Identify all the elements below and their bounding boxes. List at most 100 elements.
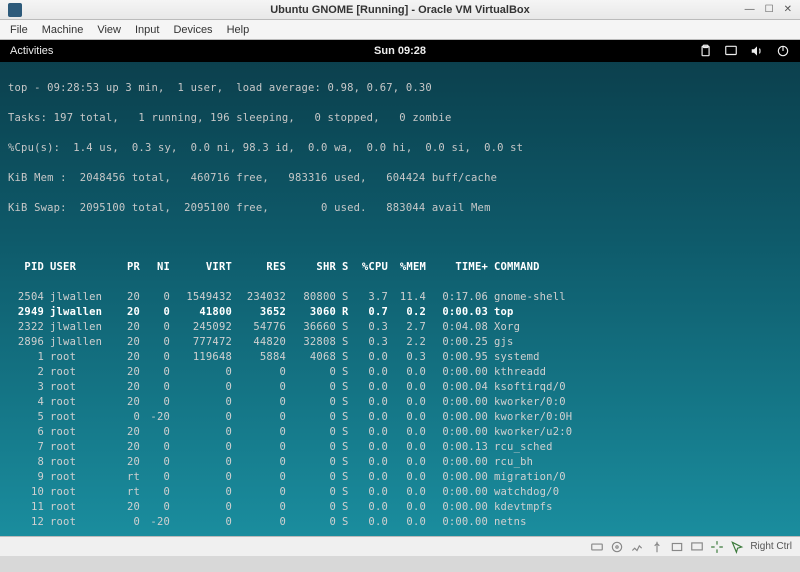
top-mem-line: KiB Mem : 2048456 total, 460716 free, 98… <box>8 171 792 186</box>
top-column-header: PIDUSERPRNIVIRTRESSHRS%CPU%MEMTIME+COMMA… <box>8 260 792 275</box>
cell-cmd: kworker/0:0H <box>494 410 792 425</box>
cell-s: S <box>342 290 356 305</box>
cell-ni: 0 <box>146 395 176 410</box>
menu-input[interactable]: Input <box>135 24 159 36</box>
process-row: 9rootrt0000S0.00.00:00.00migration/0 <box>8 470 792 485</box>
cell-res: 3652 <box>238 305 292 320</box>
cell-s: S <box>342 455 356 470</box>
status-network-icon[interactable] <box>630 540 644 554</box>
terminal[interactable]: top - 09:28:53 up 3 min, 1 user, load av… <box>0 62 800 572</box>
cell-cpu: 0.0 <box>356 500 394 515</box>
cell-pr: 20 <box>116 380 146 395</box>
cell-time: 0:00.00 <box>432 485 494 500</box>
cell-shr: 36660 <box>292 320 342 335</box>
menu-file[interactable]: File <box>10 24 28 36</box>
cell-shr: 0 <box>292 500 342 515</box>
cell-user: root <box>50 350 116 365</box>
cell-cpu: 0.0 <box>356 380 394 395</box>
cell-virt: 0 <box>176 455 238 470</box>
cell-user: root <box>50 365 116 380</box>
cell-res: 0 <box>238 395 292 410</box>
cell-shr: 4068 <box>292 350 342 365</box>
status-usb-icon[interactable] <box>650 540 664 554</box>
cell-s: S <box>342 485 356 500</box>
cell-pid: 3 <box>8 380 50 395</box>
cell-mem: 2.7 <box>394 320 432 335</box>
cell-ni: 0 <box>146 365 176 380</box>
cell-shr: 0 <box>292 485 342 500</box>
cell-pr: 20 <box>116 500 146 515</box>
status-mouse-icon[interactable] <box>730 540 744 554</box>
cell-time: 0:00.00 <box>432 455 494 470</box>
menu-help[interactable]: Help <box>227 24 250 36</box>
cell-pid: 2504 <box>8 290 50 305</box>
window-title: Ubuntu GNOME [Running] - Oracle VM Virtu… <box>0 4 800 16</box>
gnome-clock[interactable]: Sun 09:28 <box>0 45 800 57</box>
cell-shr: 0 <box>292 470 342 485</box>
status-shared-icon[interactable] <box>670 540 684 554</box>
top-swap-line: KiB Swap: 2095100 total, 2095100 free, 0… <box>8 201 792 216</box>
cell-pid: 11 <box>8 500 50 515</box>
window-maximize-button[interactable]: ☐ <box>765 4 774 15</box>
cell-cmd: ksoftirqd/0 <box>494 380 792 395</box>
cell-cpu: 0.0 <box>356 515 394 530</box>
cell-cpu: 0.3 <box>356 320 394 335</box>
cell-shr: 80800 <box>292 290 342 305</box>
process-row: 7root200000S0.00.00:00.13rcu_sched <box>8 440 792 455</box>
process-row: 2896jlwallen2007774724482032808S0.32.20:… <box>8 335 792 350</box>
status-disc-icon[interactable] <box>610 540 624 554</box>
cell-user: root <box>50 500 116 515</box>
cell-shr: 32808 <box>292 335 342 350</box>
cell-time: 0:17.06 <box>432 290 494 305</box>
cell-cmd: systemd <box>494 350 792 365</box>
status-hdd-icon[interactable] <box>590 540 604 554</box>
status-display-icon[interactable] <box>690 540 704 554</box>
cell-cpu: 0.0 <box>356 350 394 365</box>
cell-mem: 0.0 <box>394 440 432 455</box>
cell-pr: 20 <box>116 395 146 410</box>
cell-s: S <box>342 395 356 410</box>
cell-shr: 0 <box>292 395 342 410</box>
volume-icon[interactable] <box>750 44 764 58</box>
cell-res: 0 <box>238 455 292 470</box>
cell-res: 0 <box>238 515 292 530</box>
activities-button[interactable]: Activities <box>10 45 53 57</box>
cell-virt: 0 <box>176 500 238 515</box>
cell-pr: 0 <box>116 410 146 425</box>
cell-mem: 0.3 <box>394 350 432 365</box>
cell-time: 0:00.03 <box>432 305 494 320</box>
cell-s: S <box>342 365 356 380</box>
cell-ni: -20 <box>146 410 176 425</box>
cell-s: S <box>342 350 356 365</box>
cell-cmd: gjs <box>494 335 792 350</box>
cell-mem: 0.0 <box>394 425 432 440</box>
cell-pr: rt <box>116 485 146 500</box>
power-icon[interactable] <box>776 44 790 58</box>
cell-time: 0:00.13 <box>432 440 494 455</box>
cell-ni: 0 <box>146 425 176 440</box>
cell-mem: 0.0 <box>394 455 432 470</box>
col-pr: PR <box>116 260 146 275</box>
host-titlebar: Ubuntu GNOME [Running] - Oracle VM Virtu… <box>0 0 800 20</box>
cell-virt: 0 <box>176 470 238 485</box>
window-minimize-button[interactable]: — <box>745 4 755 15</box>
cell-pid: 7 <box>8 440 50 455</box>
status-capture-icon[interactable] <box>710 540 724 554</box>
col-cpu: %CPU <box>356 260 394 275</box>
menu-devices[interactable]: Devices <box>173 24 212 36</box>
window-close-button[interactable]: ✕ <box>784 4 792 15</box>
cell-virt: 0 <box>176 380 238 395</box>
cell-cmd: rcu_bh <box>494 455 792 470</box>
cell-shr: 0 <box>292 515 342 530</box>
cell-virt: 0 <box>176 485 238 500</box>
menu-machine[interactable]: Machine <box>42 24 84 36</box>
cell-pr: 20 <box>116 305 146 320</box>
process-row: 10rootrt0000S0.00.00:00.00watchdog/0 <box>8 485 792 500</box>
cell-user: root <box>50 515 116 530</box>
cell-cpu: 3.7 <box>356 290 394 305</box>
cell-res: 234032 <box>238 290 292 305</box>
menu-view[interactable]: View <box>97 24 121 36</box>
clipboard-icon[interactable] <box>698 44 712 58</box>
screen-icon[interactable] <box>724 44 738 58</box>
vm-display[interactable]: Activities Sun 09:28 top - 09:28:53 up 3… <box>0 40 800 536</box>
